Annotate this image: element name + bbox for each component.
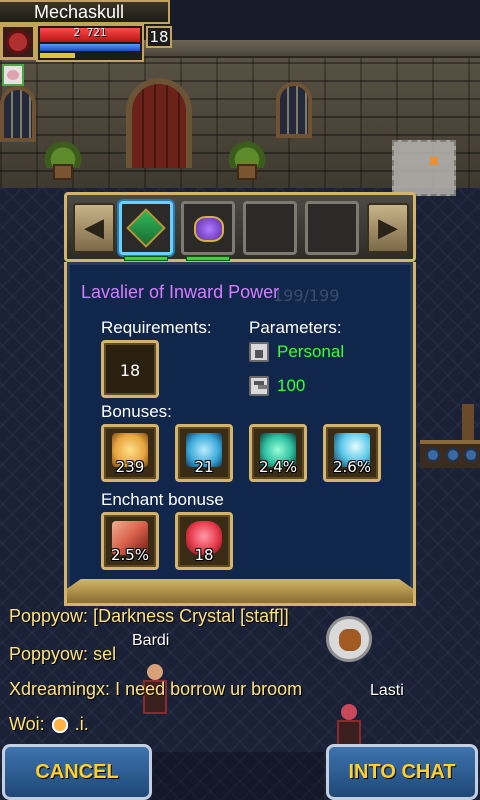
enchant-bonus-label: Enchant bonuse bbox=[101, 490, 224, 509]
inventory-count-ghost: 199/199 bbox=[273, 286, 340, 305]
player-name: Mechaskull bbox=[0, 0, 170, 24]
next-item-button[interactable]: ▶ bbox=[367, 203, 409, 253]
required-level-tile: 18 bbox=[101, 340, 159, 398]
item-slot-strip: ◀ ▶ bbox=[64, 192, 416, 262]
lock-icon bbox=[249, 342, 269, 362]
pet-buff-icon[interactable] bbox=[2, 64, 24, 86]
cancel-button[interactable]: CANCEL bbox=[2, 744, 152, 800]
chat-sender: Poppyow: bbox=[9, 606, 89, 626]
chat-sender: Poppyow: bbox=[9, 644, 89, 664]
chat-message: [Darkness Crystal [staff]] bbox=[88, 606, 289, 626]
player-level: 18 bbox=[146, 26, 172, 48]
wooden-chair bbox=[462, 404, 474, 444]
minimap-marker-icon: ✖ bbox=[428, 154, 440, 170]
bonus-tile-strength[interactable]: 239 bbox=[101, 424, 159, 482]
minimap[interactable] bbox=[392, 140, 456, 196]
potted-plant bbox=[40, 140, 86, 180]
castle-door[interactable] bbox=[126, 78, 192, 168]
bonus-tile-critical[interactable]: 2.6% bbox=[323, 424, 381, 482]
enchant-value: 2.5% bbox=[110, 546, 150, 564]
item-slot-3[interactable] bbox=[243, 201, 297, 255]
enchant-tile-damage[interactable]: 2.5% bbox=[101, 512, 159, 570]
item-slot-1[interactable] bbox=[119, 201, 173, 261]
chat-line[interactable]: Xdreamingx: I need borrow ur broom bbox=[9, 679, 302, 700]
enchant-value: 18 bbox=[194, 546, 214, 564]
chat-sender: Xdreamingx: bbox=[9, 679, 111, 699]
required-level-value: 18 bbox=[119, 361, 141, 380]
mana-bar bbox=[40, 44, 140, 51]
enchant-tile-health[interactable]: 18 bbox=[175, 512, 233, 570]
bonus-tile-dodge[interactable]: 2.4% bbox=[249, 424, 307, 482]
prev-item-button[interactable]: ◀ bbox=[73, 203, 115, 253]
potted-plant bbox=[224, 140, 270, 180]
item-detail-panel: 199/199 Lavalier of Inward Power Require… bbox=[64, 262, 416, 606]
binding-value: Personal bbox=[277, 342, 345, 361]
chat-message: .i. bbox=[69, 714, 89, 734]
player-name-tag: Bardi bbox=[132, 632, 170, 649]
player-name-tag: Lasti bbox=[370, 682, 404, 699]
bottom-bar bbox=[152, 752, 324, 800]
bonus-value: 2.4% bbox=[258, 458, 298, 476]
parameters-label: Parameters: bbox=[249, 318, 342, 337]
chat-message: sel bbox=[88, 644, 117, 664]
bonus-value: 21 bbox=[194, 458, 214, 476]
chat-line[interactable]: Woi: .i. bbox=[9, 714, 89, 735]
item-slot-2[interactable] bbox=[181, 201, 235, 261]
player-status-bars: 2 721 bbox=[36, 24, 144, 62]
purple-gem-amulet-icon bbox=[194, 216, 224, 242]
avatar bbox=[9, 33, 27, 51]
chat-line[interactable]: Poppyow: [Darkness Crystal [staff]] bbox=[9, 606, 289, 627]
item-slot-4[interactable] bbox=[305, 201, 359, 255]
panel-frame-bottom bbox=[67, 579, 413, 603]
green-amulet-icon bbox=[126, 208, 166, 248]
bonus-tile-intellect[interactable]: 21 bbox=[175, 424, 233, 482]
bonus-value: 239 bbox=[115, 458, 145, 476]
into-chat-button[interactable]: INTO CHAT bbox=[326, 744, 478, 800]
chat-message: I need borrow ur broom bbox=[110, 679, 303, 699]
durability-bar bbox=[124, 256, 168, 261]
durability-bar bbox=[186, 256, 230, 261]
chat-sender: Woi: bbox=[9, 714, 45, 734]
chat-line[interactable]: Poppyow: sel bbox=[9, 644, 116, 665]
experience-bar bbox=[40, 53, 75, 58]
requirements-label: Requirements: bbox=[101, 318, 212, 337]
bonuses-label: Bonuses: bbox=[101, 402, 172, 421]
anvil-durability-icon bbox=[249, 376, 269, 396]
castle-window bbox=[0, 86, 36, 142]
bonus-value: 2.6% bbox=[332, 458, 372, 476]
emote-icon bbox=[49, 716, 70, 735]
shop-shelf bbox=[420, 440, 480, 468]
castle-window bbox=[276, 82, 312, 138]
pet-bubble-icon[interactable] bbox=[326, 616, 372, 662]
player-portrait[interactable] bbox=[0, 24, 36, 60]
durability-value: 100 bbox=[277, 376, 306, 395]
health-value: 2 721 bbox=[73, 26, 107, 39]
item-title: Lavalier of Inward Power bbox=[81, 282, 280, 302]
